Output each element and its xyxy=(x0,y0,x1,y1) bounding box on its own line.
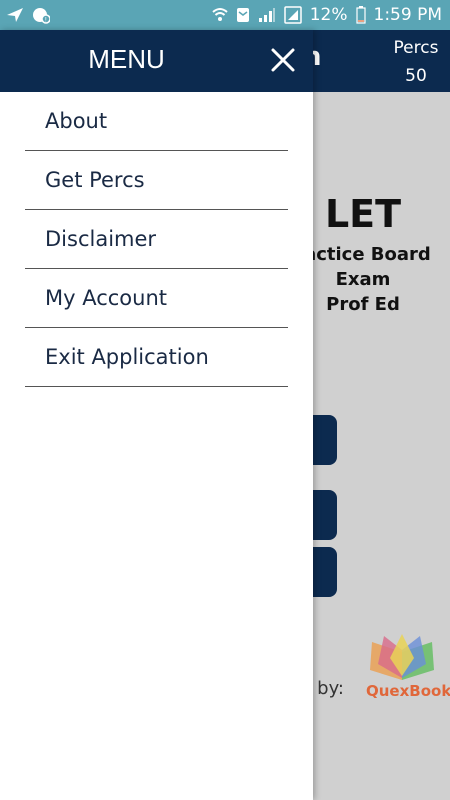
svg-text:!: ! xyxy=(45,17,47,24)
menu-item-about[interactable]: About xyxy=(25,92,288,151)
close-drawer-button[interactable] xyxy=(266,42,300,78)
data-signal-icon xyxy=(283,6,302,24)
status-left: ! xyxy=(6,6,50,24)
clock: 1:59 PM xyxy=(373,5,443,25)
status-right: 12% 1:59 PM xyxy=(212,5,442,25)
notification-alert-icon: ! xyxy=(32,6,50,24)
wifi-icon xyxy=(212,7,228,23)
drawer-header: MENU xyxy=(0,30,313,92)
drawer-menu: About Get Percs Disclaimer My Account Ex… xyxy=(25,92,288,387)
menu-item-exit-application[interactable]: Exit Application xyxy=(25,328,288,387)
percs-value: 50 xyxy=(405,66,427,86)
message-icon xyxy=(236,7,250,23)
signal-icon xyxy=(258,7,276,23)
drawer-title: MENU xyxy=(88,44,165,74)
status-bar: ! 12% 1:59 PM xyxy=(0,0,450,30)
logo-text: QuexBook xyxy=(366,682,450,700)
navigation-arrow-icon xyxy=(6,7,24,23)
menu-item-get-percs[interactable]: Get Percs xyxy=(25,151,288,210)
navigation-drawer: MENU About Get Percs Disclaimer My Accou… xyxy=(0,30,313,800)
battery-percent: 12% xyxy=(309,5,348,25)
menu-item-disclaimer[interactable]: Disclaimer xyxy=(25,210,288,269)
percs-counter[interactable]: Percs 50 xyxy=(386,34,446,90)
close-icon xyxy=(271,48,295,72)
exam-title: LET xyxy=(324,192,402,236)
menu-item-my-account[interactable]: My Account xyxy=(25,269,288,328)
percs-label: Percs xyxy=(393,38,439,58)
battery-icon xyxy=(355,6,366,24)
